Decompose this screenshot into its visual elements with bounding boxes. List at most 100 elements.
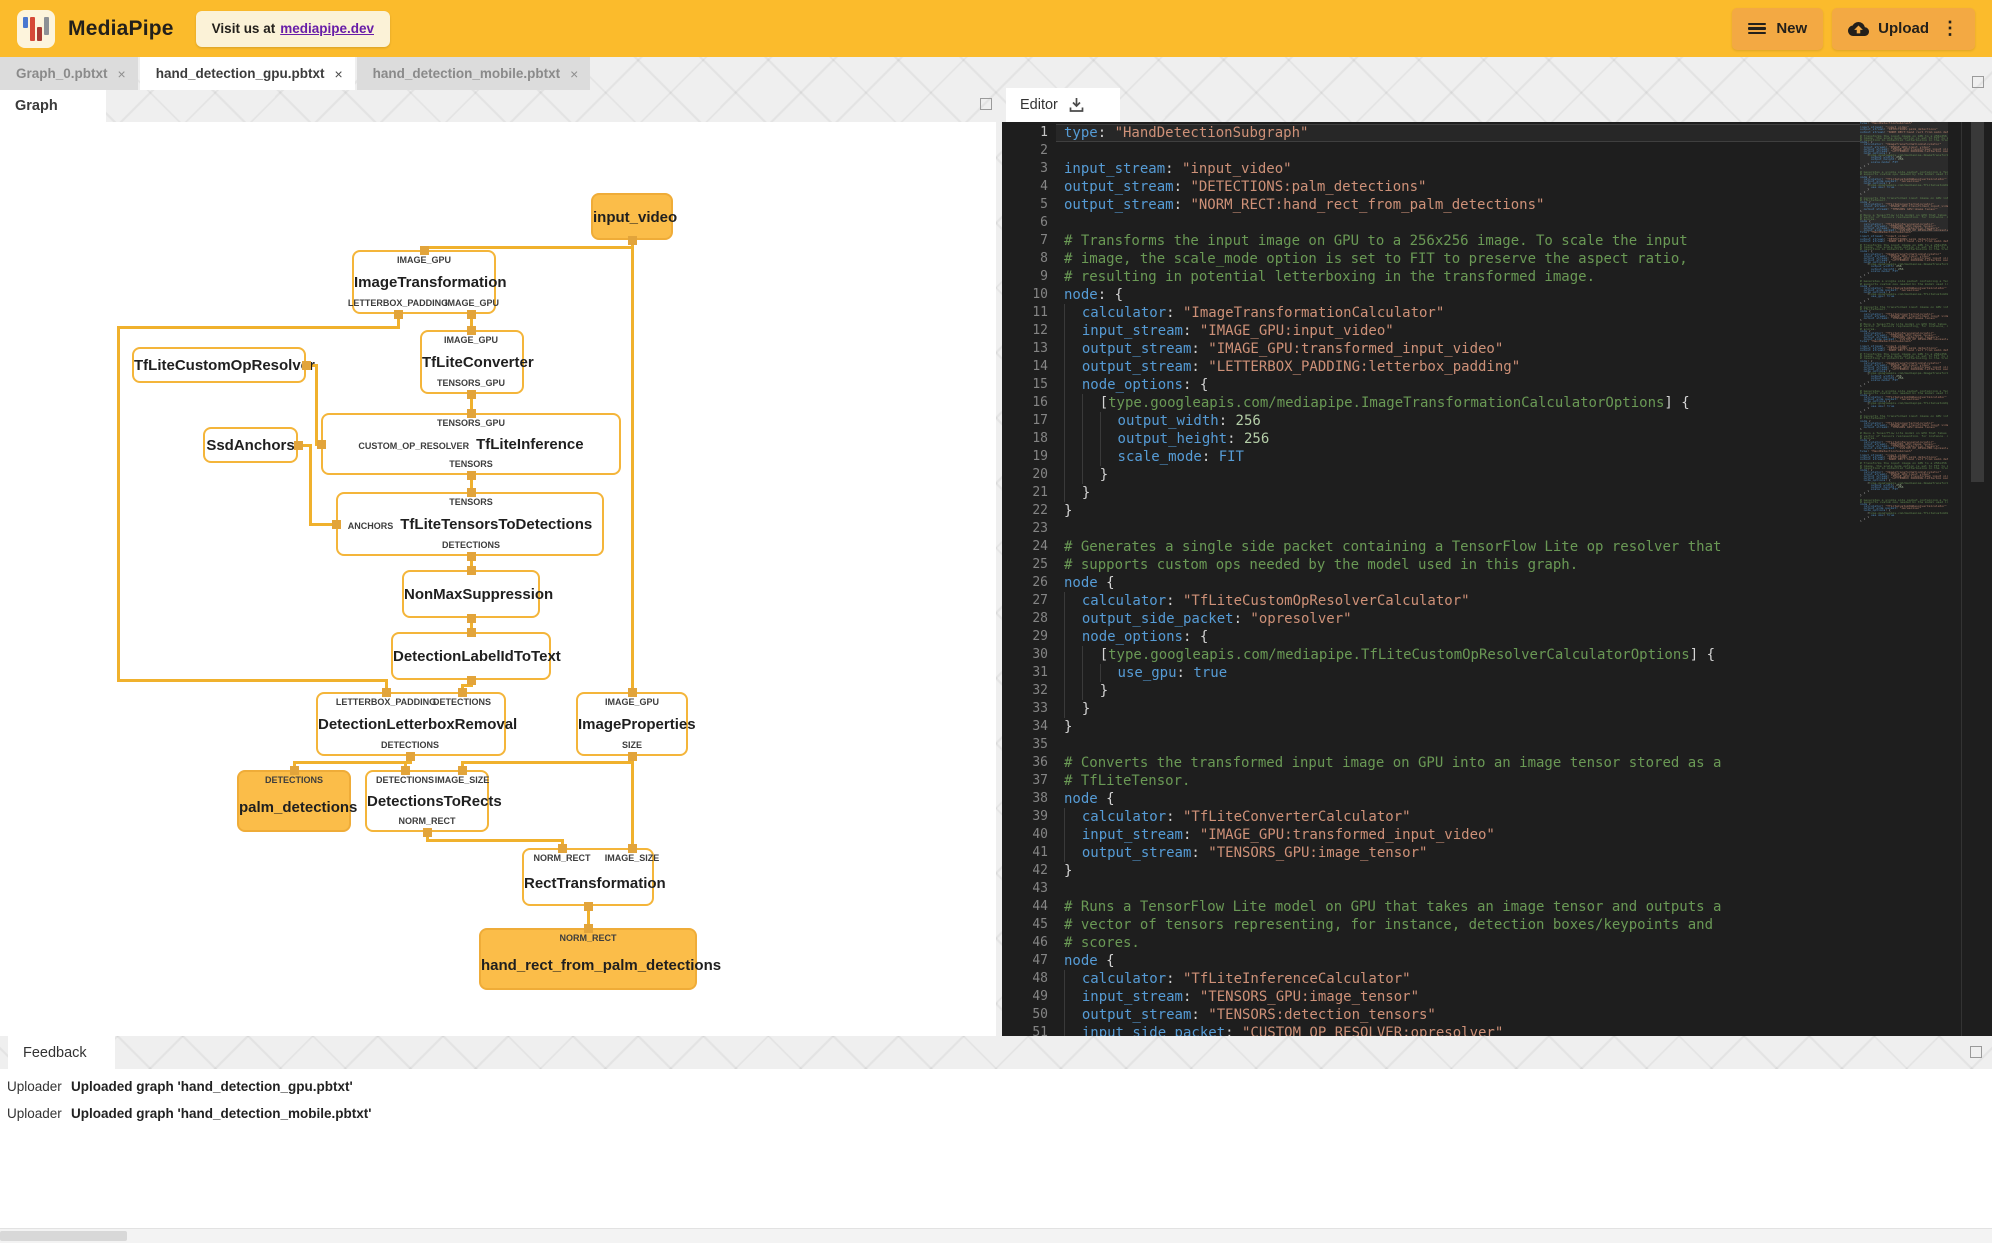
line-number: 21 [1032, 485, 1048, 500]
line-number: 38 [1032, 791, 1048, 806]
line-number: 17 [1032, 413, 1048, 428]
mediapipe-dev-link[interactable]: mediapipe.dev [280, 21, 374, 36]
code-line-30: 30 [type.googleapis.com/mediapipe.TfLiteC… [1002, 646, 1860, 664]
line-number: 50 [1032, 1007, 1048, 1022]
code-line-37: 37 # TfLiteTensor. [1002, 772, 1860, 790]
editor-minimap[interactable]: type: "HandDetectionSubgraph" input_strea… [1860, 122, 1948, 522]
node-title: SsdAnchors [205, 437, 296, 454]
minimap-line: # supports custom ops needed by the mode… [1860, 173, 1948, 176]
node-title: ImageTransformation [354, 274, 507, 291]
node-label: TfLiteInference [476, 436, 584, 453]
line-content: node_options: { [1064, 628, 1208, 646]
code-line-34: 34} [1002, 718, 1860, 736]
line-number: 43 [1032, 881, 1048, 896]
graph-node-detection_label_id_to_text[interactable]: DetectionLabelIdToText [391, 632, 561, 680]
line-content: calculator: "TfLiteCustomOpResolverCalcu… [1064, 592, 1470, 610]
upload-button[interactable]: Upload ⋮ [1832, 7, 1975, 50]
graph-port [393, 309, 403, 319]
port-label: IMAGE_GPU [604, 697, 660, 707]
graph-panel-popout-icon[interactable] [980, 98, 992, 110]
download-icon[interactable] [1068, 97, 1085, 113]
line-number: 31 [1032, 665, 1048, 680]
graph-port [457, 687, 467, 697]
line-number: 13 [1032, 341, 1048, 356]
editor-scrollbar-thumb[interactable] [1971, 122, 1984, 482]
node-title: NonMaxSuppression [404, 586, 553, 603]
graph-edge-segment [116, 678, 388, 682]
code-line-7: 7 # Transforms the input image on GPU to … [1002, 232, 1860, 250]
mediapipe-logo-icon [17, 9, 55, 48]
feedback-row: Uploader Uploaded graph 'hand_detection_m… [0, 1106, 1992, 1133]
port-label: IMAGE_SIZE [604, 853, 660, 863]
code-editor[interactable]: 1 type: "HandDetectionSubgraph" 2 3 input_st… [1002, 122, 1992, 1036]
minimap-line: output_stream: "TENSORS_GPU:image_tensor… [1863, 425, 1938, 429]
graph-node-input_video[interactable]: input_video [591, 193, 677, 240]
new-button[interactable]: New [1732, 7, 1824, 50]
graph-node-non_max_suppression[interactable]: NonMaxSuppression [402, 570, 553, 618]
port-label: DETECTIONS [375, 775, 435, 785]
line-number: 5 [1040, 197, 1048, 212]
port-label: NORM_RECT [398, 816, 456, 826]
graph-edge-segment [630, 754, 634, 850]
code-line-8: 8 # image, the scale_mode option is set t… [1002, 250, 1860, 268]
feedback-message: Uploaded graph 'hand_detection_gpu.pbtxt… [71, 1079, 353, 1094]
editor-panel-tab[interactable]: Editor [1006, 88, 1120, 122]
close-tab-icon[interactable]: × [570, 66, 578, 82]
minimap-line: # resulting in potential letterboxing in… [1860, 248, 1948, 251]
code-line-20: 20} [1002, 466, 1860, 484]
line-content: calculator: "TfLiteConverterCalculator" [1064, 808, 1411, 826]
code-line-23: 23 [1002, 520, 1860, 538]
code-line-33: 33} [1002, 700, 1860, 718]
line-content: } [1064, 863, 1073, 879]
feedback-panel-popout-icon[interactable] [1970, 1046, 1982, 1058]
line-content: calculator: "TfLiteInferenceCalculator" [1064, 970, 1411, 988]
code-line-27: 27 calculator: "TfLiteCustomOpResolverCal… [1002, 592, 1860, 610]
graph-canvas[interactable]: input_video ImageTransformation IMAGE_GPU L… [0, 122, 996, 1036]
line-number: 36 [1032, 755, 1048, 770]
code-line-16: 16 [type.googleapis.com/mediapipe.ImageTr… [1002, 394, 1860, 412]
node-label: hand_rect_from_palm_detections [481, 957, 722, 974]
line-number: 48 [1032, 971, 1048, 986]
file-tab-hand_detection_gpu-pbtxt[interactable]: hand_detection_gpu.pbtxt × [139, 57, 355, 90]
file-tab-label: hand_detection_gpu.pbtxt [155, 66, 325, 81]
file-tab-hand_detection_mobile-pbtxt[interactable]: hand_detection_mobile.pbtxt × [356, 57, 591, 90]
app-header: MediaPipe Visit us at mediapipe.dev New … [0, 0, 1992, 57]
node-label: input_video [593, 208, 678, 226]
node-title: input_video [593, 209, 677, 226]
node-label: RectTransformation [524, 875, 666, 892]
file-tab-Graph_0-pbtxt[interactable]: Graph_0.pbtxt × [0, 57, 138, 90]
line-content: input_side_packet: "CUSTOM_OP_RESOLVER:o… [1064, 1024, 1503, 1036]
line-content: use_gpu: true [1064, 664, 1227, 682]
port-label: SIZE [621, 740, 643, 750]
line-content: output_width: 256 [1064, 412, 1261, 430]
node-label: DetectionLabelIdToText [393, 648, 561, 665]
code-lines[interactable]: 1 type: "HandDetectionSubgraph" 2 3 input_st… [1002, 124, 1860, 1036]
code-line-19: 19 scale_mode: FIT [1002, 448, 1860, 466]
code-line-26: 26 node { [1002, 574, 1860, 592]
horizontal-scrollbar-thumb[interactable] [0, 1231, 127, 1241]
code-line-21: 21} [1002, 484, 1860, 502]
code-line-24: 24 # Generates a single side packet conta… [1002, 538, 1860, 556]
graph-panel-tab[interactable]: Graph [0, 90, 106, 122]
graph-node-tflite_custom_op_resolver[interactable]: TfLiteCustomOpResolver [132, 347, 315, 383]
horizontal-scrollbar[interactable] [0, 1228, 1992, 1243]
code-line-15: 15 node_options: { [1002, 376, 1860, 394]
feedback-panel-tab[interactable]: Feedback [8, 1036, 115, 1069]
graph-node-ssd_anchors[interactable]: SsdAnchors [203, 427, 298, 463]
editor-panel-popout-icon[interactable] [1972, 76, 1984, 88]
line-content: input_stream: "TENSORS_GPU:image_tensor" [1064, 988, 1419, 1006]
code-line-49: 49 input_stream: "TENSORS_GPU:image_tenso… [1002, 988, 1860, 1006]
line-content: output_height: 256 [1064, 430, 1269, 448]
line-number: 18 [1032, 431, 1048, 446]
port-label: IMAGE_GPU [396, 255, 452, 265]
code-line-6: 6 [1002, 214, 1860, 232]
graph-port [381, 687, 391, 697]
line-number: 30 [1032, 647, 1048, 662]
line-content: } [1064, 503, 1073, 519]
logo-bar-blue [23, 16, 28, 28]
close-tab-icon[interactable]: × [118, 66, 126, 82]
upload-options-kebab-icon[interactable]: ⋮ [1941, 18, 1959, 39]
graph-port [466, 551, 476, 561]
graph-port [316, 439, 326, 449]
close-tab-icon[interactable]: × [334, 66, 342, 82]
